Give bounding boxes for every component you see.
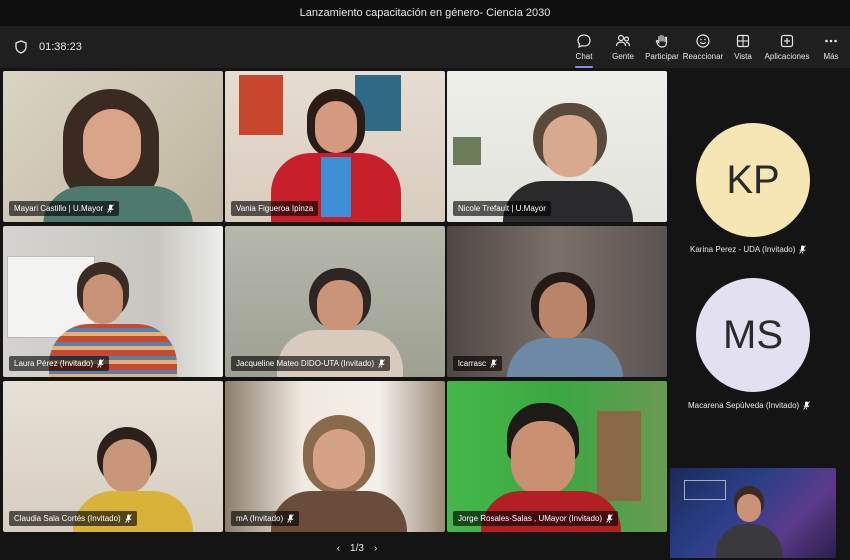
chevron-right-icon[interactable]: › — [374, 543, 377, 554]
avatar-initials: MS — [723, 312, 783, 357]
mic-muted-icon — [287, 514, 294, 523]
participant-name: mA (Invitado) — [231, 511, 300, 526]
video-tile[interactable]: Jacqueline Mateo DIDO-UTA (Invitado) — [225, 226, 445, 377]
participant-name: Jorge Rosales-Salas , UMayor (Invitado) — [453, 511, 619, 526]
participant-name: Nicole Trefault | U.Mayor — [453, 201, 551, 216]
video-tile-active-speaker[interactable]: Nicole Trefault | U.Mayor — [447, 71, 667, 222]
raise-hand-button[interactable]: Participar — [644, 30, 680, 64]
shield-icon — [15, 40, 27, 54]
mic-muted-icon — [606, 514, 613, 523]
participant-name: Laura Pérez (Invitado) — [9, 356, 110, 371]
chevron-left-icon[interactable]: ‹ — [337, 543, 340, 554]
apps-button[interactable]: Aplicaciones — [764, 30, 810, 64]
people-label: Gente — [612, 52, 634, 61]
grid-view-icon — [736, 34, 750, 48]
meeting-toolbar: 01:38:23 Chat Gente Participar Reacciona… — [0, 26, 850, 68]
participant-name: Macarena Sepúlveda (Invitado) — [688, 401, 811, 410]
view-label: Vista — [734, 52, 752, 61]
chat-label: Chat — [575, 52, 593, 61]
mic-muted-icon — [799, 245, 807, 254]
participant-name: Vania Figueroa Ipinza — [231, 201, 319, 216]
view-button[interactable]: Vista — [731, 30, 755, 64]
pagination: ‹ 1/3 › — [312, 540, 402, 556]
more-icon — [825, 39, 837, 43]
video-stage: Mayari Castillo | U.Mayor Vania Figueroa… — [0, 68, 850, 560]
mic-muted-icon — [97, 359, 104, 368]
apps-label: Aplicaciones — [764, 52, 810, 61]
participant-name: Jacqueline Mateo DIDO-UTA (Invitado) — [231, 356, 391, 371]
video-tile[interactable]: Mayari Castillo | U.Mayor — [3, 71, 223, 222]
people-icon — [615, 34, 631, 47]
more-label: Más — [823, 52, 839, 61]
smile-icon — [696, 34, 710, 48]
avatar[interactable]: KP — [696, 123, 810, 237]
window-titlebar: Lanzamiento capacitación en género- Cien… — [0, 0, 850, 26]
page-indicator: 1/3 — [350, 542, 364, 554]
mic-muted-icon — [490, 359, 497, 368]
meeting-timer: 01:38:23 — [39, 41, 82, 53]
participant-name: Claudia Sala Cortés (Invitado) — [9, 511, 137, 526]
video-tile[interactable]: lcarrasc — [447, 226, 667, 377]
video-tile[interactable]: Vania Figueroa Ipinza — [225, 71, 445, 222]
video-tile[interactable]: Claudia Sala Cortés (Invitado) — [3, 381, 223, 532]
react-label: Reaccionar — [682, 52, 724, 61]
raise-hand-label: Participar — [645, 52, 679, 61]
video-tile[interactable]: Jorge Rosales-Salas , UMayor (Invitado) — [447, 381, 667, 532]
avatar[interactable]: MS — [696, 278, 810, 392]
participant-name: Mayari Castillo | U.Mayor — [9, 201, 120, 216]
add-apps-icon — [780, 34, 794, 48]
react-button[interactable]: Reaccionar — [682, 30, 724, 64]
mic-muted-icon — [124, 514, 132, 523]
self-view-tile[interactable] — [670, 468, 836, 558]
participant-name: lcarrasc — [453, 356, 503, 371]
window-title: Lanzamiento capacitación en género- Cien… — [299, 7, 551, 19]
video-tile[interactable]: mA (Invitado) — [225, 381, 445, 532]
more-button[interactable]: Más — [820, 30, 842, 64]
chat-icon — [577, 34, 591, 48]
people-button[interactable]: Gente — [609, 30, 637, 64]
avatar-initials: KP — [726, 157, 780, 202]
mic-muted-icon — [107, 204, 115, 213]
raise-hand-icon — [655, 34, 668, 48]
mic-muted-icon — [803, 401, 811, 410]
video-tile[interactable]: Laura Pérez (Invitado) — [3, 226, 223, 377]
participant-name: Karina Perez - UDA (Invitado) — [690, 245, 807, 254]
chat-button[interactable]: Chat — [571, 30, 597, 68]
mic-muted-icon — [378, 359, 385, 368]
